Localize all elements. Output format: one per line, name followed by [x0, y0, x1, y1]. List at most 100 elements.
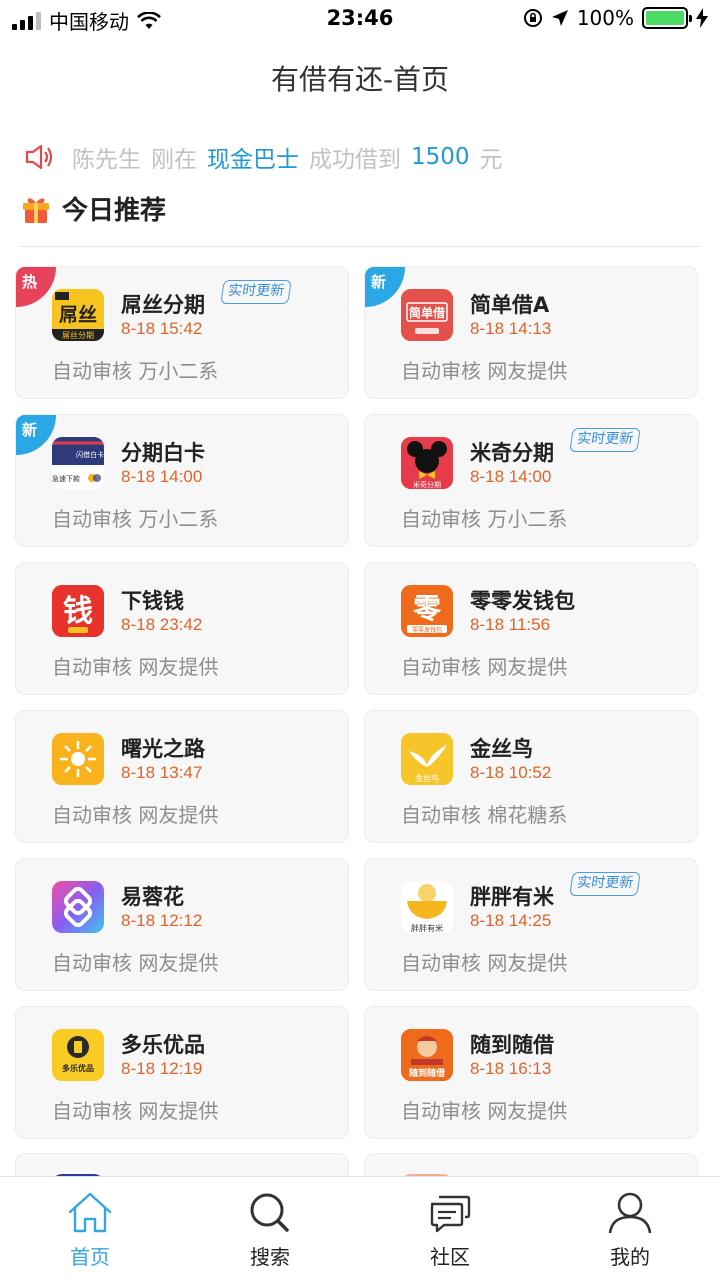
- pangpang-icon: 胖胖有米: [401, 881, 453, 933]
- app-desc: 自动审核 网友提供: [52, 951, 219, 975]
- battery-level: [646, 11, 684, 25]
- app-desc: 自动审核 网友提供: [401, 359, 568, 383]
- status-right: 100%: [523, 6, 708, 30]
- app-card[interactable]: 新 闪借白卡 急速下款 分期白卡 8-18 14:00 自动审核 万小二系: [15, 414, 349, 547]
- tab-label: 我的: [610, 1245, 650, 1269]
- duole-icon: 多乐优品: [52, 1029, 104, 1081]
- app-card[interactable]: 易蓉花 8-18 12:12 自动审核 网友提供: [15, 858, 349, 991]
- tab-bar: 首页 搜索 社区 我的: [0, 1176, 720, 1280]
- app-desc: 自动审核 网友提供: [401, 655, 568, 679]
- divider: [18, 246, 702, 247]
- svg-text:多乐优品: 多乐优品: [62, 1063, 94, 1073]
- notice-amount: 1500: [411, 144, 470, 170]
- gift-icon: [23, 197, 49, 223]
- user-icon: [608, 1192, 652, 1234]
- app-name: 随到随借: [470, 1033, 554, 1057]
- app-desc: 自动审核 网友提供: [52, 655, 219, 679]
- svg-text:零零发钱包: 零零发钱包: [412, 626, 442, 634]
- app-time: 8-18 11:56: [470, 615, 551, 634]
- svg-text:屌丝分期: 屌丝分期: [62, 330, 94, 340]
- battery-icon: [642, 7, 692, 29]
- notice-result: 成功借到: [309, 147, 401, 173]
- app-desc: 自动审核 棉花糖系: [401, 803, 568, 827]
- svg-text:急速下款: 急速下款: [52, 474, 80, 483]
- app-card[interactable]: 米奇分期 米奇分期 实时更新 8-18 14:00 自动审核 万小二系: [364, 414, 698, 547]
- app-card[interactable]: 多乐优品 多乐优品 8-18 12:19 自动审核 网友提供: [15, 1006, 349, 1139]
- search-icon: [250, 1193, 289, 1232]
- shuguang-icon: [52, 733, 104, 785]
- app-name: 多乐优品: [121, 1033, 205, 1057]
- app-name: 胖胖有米: [470, 885, 554, 909]
- chat-icon: [430, 1195, 471, 1233]
- svg-text:闪借白卡: 闪借白卡: [76, 450, 104, 459]
- jinsiniao-icon: 金丝鸟: [401, 733, 453, 785]
- app-desc: 自动审核 网友提供: [401, 951, 568, 975]
- loan-notice: 陈先生 刚在 现金巴士 成功借到 1500 元: [24, 140, 503, 174]
- app-time: 8-18 13:47: [121, 763, 203, 782]
- speaker-icon: [25, 144, 53, 170]
- tab-label: 首页: [70, 1245, 110, 1269]
- app-card[interactable]: 胖胖有米 胖胖有米 实时更新 8-18 14:25 自动审核 网友提供: [364, 858, 698, 991]
- rotation-lock-icon: [523, 9, 542, 27]
- tab-home[interactable]: 首页: [0, 1177, 180, 1280]
- app-card[interactable]: 热 屌丝 屌丝分期 屌丝分期 实时更新 8-18 15:42 自动审核 万小二系: [15, 266, 349, 399]
- app-desc: 自动审核 网友提供: [401, 1099, 568, 1123]
- app-name: 米奇分期: [470, 441, 554, 465]
- jiandanjie-icon: 简单借: [401, 289, 453, 341]
- battery-percent: 100%: [576, 6, 634, 30]
- app-desc: 自动审核 万小二系: [401, 507, 568, 531]
- tab-label: 搜索: [250, 1245, 290, 1269]
- app-time: 8-18 12:12: [121, 911, 203, 930]
- app-time: 8-18 14:00: [470, 467, 552, 486]
- update-badge: 实时更新: [569, 872, 641, 896]
- notice-action: 刚在: [151, 147, 197, 173]
- charging-icon: [696, 8, 708, 28]
- svg-text:金丝鸟: 金丝鸟: [415, 773, 439, 783]
- app-desc: 自动审核 万小二系: [52, 359, 219, 383]
- section-title: 今日推荐: [62, 196, 167, 226]
- section-header: 今日推荐: [20, 190, 166, 227]
- app-card[interactable]: 新 简单借 简单借A 8-18 14:13 自动审核 网友提供: [364, 266, 698, 399]
- update-badge: 实时更新: [220, 280, 292, 304]
- tab-community[interactable]: 社区: [360, 1177, 540, 1280]
- app-card[interactable]: 零 零零发钱包 零零发钱包 8-18 11:56 自动审核 网友提供: [364, 562, 698, 695]
- app-time: 8-18 14:00: [121, 467, 203, 486]
- app-time: 8-18 10:52: [470, 763, 552, 782]
- app-time: 8-18 15:42: [121, 319, 203, 338]
- app-card[interactable]: 钱 下钱钱 8-18 23:42 自动审核 网友提供: [15, 562, 349, 695]
- tab-label: 社区: [430, 1245, 470, 1269]
- app-time: 8-18 12:19: [121, 1059, 203, 1078]
- svg-text:简单借: 简单借: [409, 305, 445, 320]
- svg-text:屌丝: 屌丝: [59, 303, 97, 326]
- app-card[interactable]: 曙光之路 8-18 13:47 自动审核 网友提供: [15, 710, 349, 843]
- app-name: 屌丝分期: [121, 293, 205, 317]
- baika-icon: 闪借白卡 急速下款: [52, 437, 104, 489]
- yironghua-icon: [52, 881, 104, 933]
- svg-text:胖胖有米: 胖胖有米: [411, 923, 443, 933]
- app-time: 8-18 23:42: [121, 615, 203, 634]
- app-name: 下钱钱: [121, 589, 184, 613]
- app-name: 金丝鸟: [470, 737, 533, 761]
- app-time: 8-18 14:13: [470, 319, 552, 338]
- svg-text:随到随借: 随到随借: [409, 1067, 445, 1079]
- suidao-icon: 随到随借: [401, 1029, 453, 1081]
- xiaqianqian-icon: 钱: [52, 585, 104, 637]
- linglingfa-icon: 零 零零发钱包: [401, 585, 453, 637]
- home-icon: [68, 1192, 112, 1233]
- update-badge: 实时更新: [569, 428, 641, 452]
- app-name: 零零发钱包: [470, 589, 575, 613]
- tab-search[interactable]: 搜索: [180, 1177, 360, 1280]
- notice-product[interactable]: 现金巴士: [207, 140, 299, 174]
- app-card[interactable]: 金丝鸟 金丝鸟 8-18 10:52 自动审核 棉花糖系: [364, 710, 698, 843]
- svg-text:零: 零: [413, 592, 442, 625]
- app-desc: 自动审核 网友提供: [52, 803, 219, 827]
- status-bar: 中国移动 23:46 100%: [0, 0, 720, 40]
- location-icon: [551, 10, 568, 26]
- tab-profile[interactable]: 我的: [540, 1177, 720, 1280]
- svg-text:钱: 钱: [63, 594, 93, 629]
- diaosi-icon: 屌丝 屌丝分期: [52, 289, 104, 341]
- notice-unit: 元: [479, 147, 503, 173]
- svg-text:米奇分期: 米奇分期: [413, 480, 441, 489]
- app-desc: 自动审核 网友提供: [52, 1099, 219, 1123]
- app-card[interactable]: 随到随借 随到随借 8-18 16:13 自动审核 网友提供: [364, 1006, 698, 1139]
